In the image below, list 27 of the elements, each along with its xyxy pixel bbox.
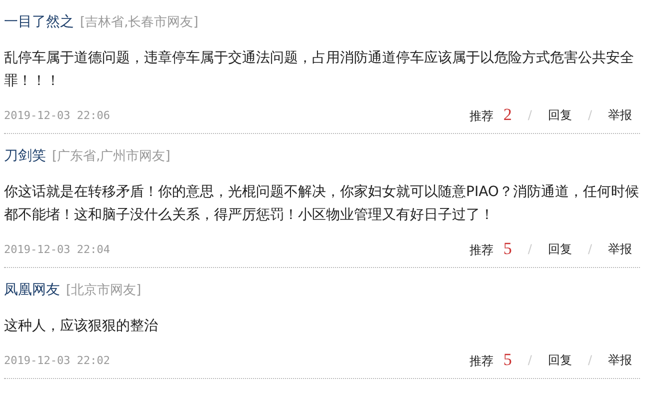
- user-name-link[interactable]: 刀剑笑: [4, 147, 46, 165]
- reply-link[interactable]: 回复: [548, 240, 572, 258]
- separator: /: [528, 353, 532, 367]
- comment-text: 这种人，应该狠狠的整治: [4, 317, 159, 336]
- report-link[interactable]: 举报: [608, 352, 632, 368]
- separator: /: [588, 353, 592, 367]
- comment-time: 2019-12-03 22:02: [4, 354, 110, 366]
- report-link[interactable]: 举报: [608, 240, 632, 258]
- user-name-link[interactable]: 一目了然之: [4, 13, 74, 31]
- user-location: [吉林省,长春市网友]: [80, 14, 198, 31]
- comment-text: 你这话就是在转移矛盾！你的意思，光棍问题不解决，你家妇女就可以随意PIAO？消防通道，任何时候都不能堵！这和脑子没什么关系，得严厉惩罚！小区物业管理又有好日子过了！: [4, 183, 640, 225]
- comment-time: 2019-12-03 22:04: [4, 242, 110, 256]
- recommend-link[interactable]: 推荐 5: [470, 239, 512, 259]
- recommend-link[interactable]: 推荐 2: [470, 105, 512, 125]
- user-location: [北京市网友]: [66, 282, 142, 299]
- report-link[interactable]: 举报: [608, 106, 632, 124]
- reply-link[interactable]: 回复: [548, 352, 572, 368]
- comment-time: 2019-12-03 22:06: [4, 108, 110, 122]
- separator: /: [528, 242, 532, 256]
- separator: /: [588, 108, 592, 122]
- reply-link[interactable]: 回复: [548, 106, 572, 124]
- comment-text: 乱停车属于道德问题，违章停车属于交通法问题，占用消防通道停车应该属于以危险方式危害公共安全罪！！！: [4, 49, 635, 91]
- separator: /: [588, 242, 592, 256]
- separator: /: [528, 108, 532, 122]
- user-name-link[interactable]: 凤凰网友: [4, 281, 60, 299]
- recommend-link[interactable]: 推荐 5: [470, 350, 512, 370]
- user-location: [广东省,广州市网友]: [52, 148, 170, 165]
